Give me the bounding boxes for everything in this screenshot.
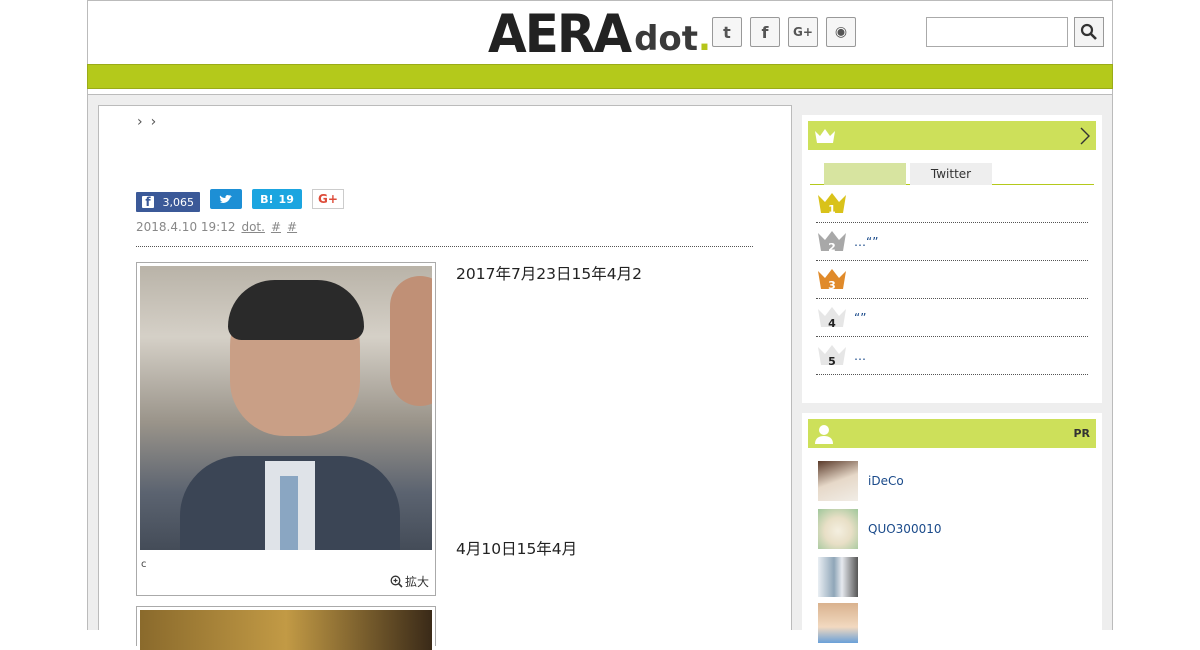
crown-rank-icon: 2 [816,229,848,255]
ranking-item[interactable]: 5 … [816,337,1088,375]
breadcrumb-sep[interactable]: › [137,114,143,130]
photo-image [140,266,432,550]
pr-thumbnail [818,509,858,549]
logo-aera: AERA [488,3,632,65]
pr-item[interactable]: QUO300010 [818,509,1088,549]
ranking-item[interactable]: 1 [816,185,1088,223]
hatena-bookmark-button[interactable]: B! 19 [252,189,302,209]
twitter-icon[interactable]: t [712,17,742,47]
source-link[interactable]: dot. [241,220,264,234]
site-header: AERA dot. t f G+ ◉ [87,0,1113,64]
ranking-header[interactable] [808,121,1096,150]
site-logo[interactable]: AERA dot. [488,3,711,65]
article-paragraph: 2017年7月23日15年4月2 [456,265,642,283]
article-body: 2017年7月23日15年4月2 4月10日15年4月 [456,262,756,587]
zoom-button[interactable]: 拡大 [390,573,429,590]
ranking-item[interactable]: 4 “” [816,299,1088,337]
photo-caption: c [141,559,147,570]
breadcrumb-sep[interactable]: › [151,114,157,130]
ranking-item[interactable]: 2 …“” [816,223,1088,261]
search-icon [1080,23,1097,40]
article-panel: › › f 3,065 B! 19 G+ 2018.4.10 19:12 dot. … [98,105,792,650]
article-meta: 2018.4.10 19:12 dot. # # [136,220,297,234]
social-links: t f G+ ◉ [712,17,856,47]
pr-thumbnail [818,461,858,501]
crown-icon [815,128,835,143]
crown-rank-icon: 3 [816,267,848,293]
chevron-right-icon [1080,127,1090,144]
twitter-icon [219,194,232,203]
pr-item[interactable] [818,603,1088,643]
googleplus-icon[interactable]: G+ [788,17,818,47]
pr-title: QUO300010 [868,522,942,536]
googleplus-share-button[interactable]: G+ [312,189,344,209]
facebook-icon[interactable]: f [750,17,780,47]
share-buttons: f 3,065 B! 19 G+ [136,186,344,212]
ranking-item[interactable]: 3 [816,261,1088,299]
breadcrumb: › › [137,114,156,130]
ranking-widget: Twitter 1 2 …“” 3 4 “” 5 … [802,115,1102,403]
crown-rank-icon: 5 [816,343,848,369]
search-button[interactable] [1074,17,1104,47]
article-photo-2[interactable] [136,606,436,650]
crown-rank-icon: 4 [816,305,848,331]
article-paragraph [456,462,756,512]
tag-link[interactable]: # [271,220,281,234]
pr-label: PR [1073,427,1090,440]
crown-rank-icon: 1 [816,191,848,217]
article-paragraph: 4月10日15年4月 [456,540,578,558]
pr-header: PR [808,419,1096,448]
ranking-title: “” [854,310,867,325]
pr-title: iDeCo [868,474,904,488]
publish-date: 2018.4.10 19:12 [136,220,236,234]
divider [136,246,753,247]
article-link[interactable] [456,412,756,437]
tab-ranking[interactable] [824,163,906,185]
rss-icon[interactable]: ◉ [826,17,856,47]
nav-bar [87,64,1113,89]
facebook-share-button[interactable]: f 3,065 [136,192,200,212]
photo-image [140,610,432,650]
logo-dot: dot. [634,19,711,59]
tag-link[interactable]: # [287,220,297,234]
ranking-tabs: Twitter [810,163,1094,185]
search-input[interactable] [926,17,1068,47]
search-box [926,17,1104,47]
pr-widget: PR iDeCo QUO300010 [802,413,1102,643]
pr-thumbnail [818,603,858,643]
pr-item[interactable]: iDeCo [818,461,1088,501]
facebook-icon: f [142,196,154,208]
zoom-icon [390,575,403,588]
pr-thumbnail [818,557,858,597]
pr-item[interactable] [818,557,1088,597]
twitter-share-button[interactable] [210,189,242,209]
ranking-title: …“” [854,234,879,249]
tab-twitter[interactable]: Twitter [910,163,992,185]
user-icon [815,424,833,444]
ranking-title: … [854,348,866,363]
article-photo[interactable]: c 拡大 [136,262,436,596]
